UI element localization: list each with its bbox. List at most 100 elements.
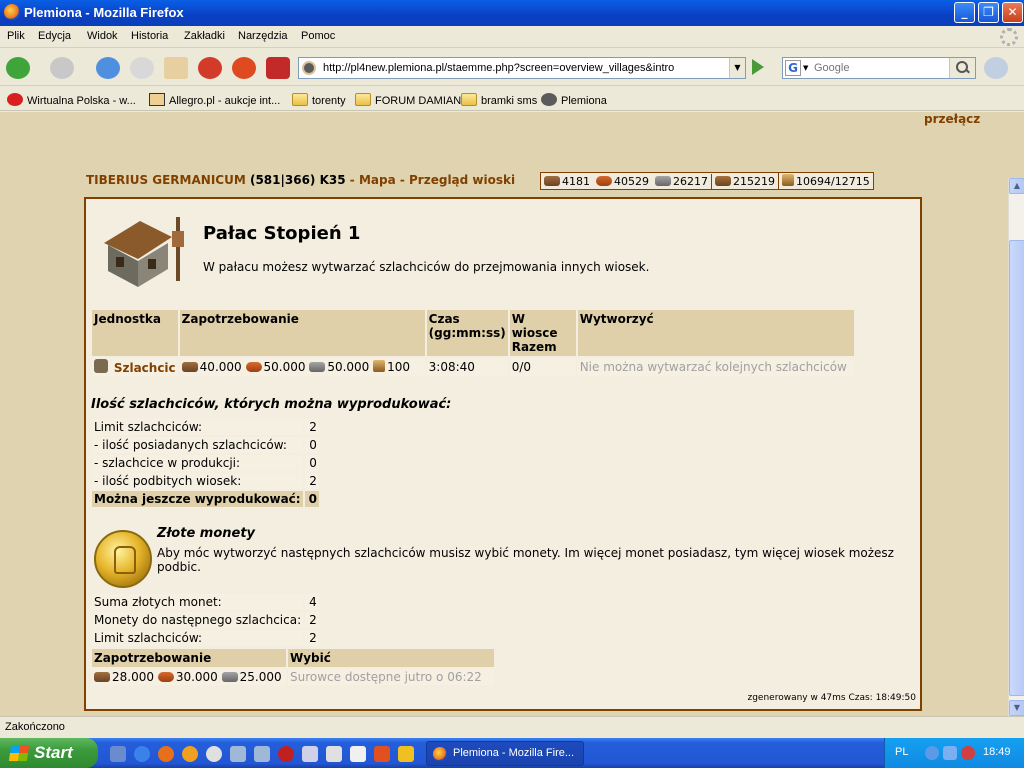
map-link[interactable]: Mapa bbox=[359, 173, 396, 187]
table-row: Monety do następnego szlachcica: 2 bbox=[92, 612, 319, 628]
table-row: Limit szlachciców: 2 bbox=[92, 630, 319, 646]
switch-link[interactable]: przełącz bbox=[924, 112, 980, 126]
unit-cell: Szlachcic bbox=[92, 358, 178, 376]
skype-icon[interactable] bbox=[984, 57, 1008, 79]
iron-icon bbox=[655, 176, 671, 186]
table-row: Szlachcic 40.000 50.000 50.000 100 3:08:… bbox=[92, 358, 854, 376]
table-row: - ilość posiadanych szlachciców: 0 bbox=[92, 437, 319, 453]
menu-historia[interactable]: Historia bbox=[131, 30, 168, 42]
url-text[interactable]: http://pl4new.plemiona.pl/staemme.php?sc… bbox=[323, 62, 674, 74]
storage-resource: 215219 bbox=[711, 174, 778, 189]
google-icon[interactable]: G bbox=[785, 60, 801, 76]
col-header: Wybić bbox=[288, 649, 494, 667]
clay-resource: 40529 bbox=[593, 174, 652, 189]
taskbar-window-button[interactable]: Plemiona - Mozilla Fire... bbox=[426, 741, 584, 766]
table-row: - ilość podbitych wiosek: 2 bbox=[92, 473, 319, 489]
coins-description: Aby móc wytworzyć następnych szlachciców… bbox=[157, 546, 894, 574]
wp-icon bbox=[7, 93, 23, 106]
allegro-icon bbox=[149, 93, 165, 106]
close-button[interactable]: ✕ bbox=[1002, 2, 1023, 23]
history-dropdown-button[interactable]: ▼ bbox=[729, 58, 745, 78]
go-arrow-icon[interactable] bbox=[752, 59, 764, 75]
menu-edycja[interactable]: Edycja bbox=[38, 30, 71, 42]
menu-plik[interactable]: Plik bbox=[7, 30, 25, 42]
minimize-button[interactable]: _ bbox=[954, 2, 975, 23]
app-icon[interactable] bbox=[254, 746, 270, 762]
table-row: Limit szlachciców: 2 bbox=[92, 419, 319, 435]
maximize-button[interactable]: ❐ bbox=[978, 2, 999, 23]
wood-icon bbox=[181, 362, 198, 372]
menu-widok[interactable]: Widok bbox=[87, 30, 118, 42]
back-arrow-icon[interactable] bbox=[6, 57, 30, 79]
addon-icon[interactable] bbox=[232, 57, 256, 79]
bookmark-item[interactable]: Plemiona bbox=[541, 93, 607, 107]
menu-zakladki[interactable]: Zakładki bbox=[184, 30, 225, 42]
col-header: Zapotrzebowanie bbox=[92, 649, 286, 667]
app-icon[interactable] bbox=[326, 746, 342, 762]
population-resource: 10694/12715 bbox=[778, 173, 873, 189]
bookmark-folder[interactable]: FORUM DAMIAN bbox=[355, 93, 461, 107]
bookmark-folder[interactable]: torenty bbox=[292, 93, 346, 107]
security-icon[interactable] bbox=[961, 746, 975, 760]
app-icon[interactable] bbox=[302, 746, 318, 762]
site-icon bbox=[302, 61, 316, 75]
village-overview-link[interactable]: Przegląd wioski bbox=[409, 173, 515, 187]
clay-icon bbox=[596, 176, 612, 186]
search-bar[interactable]: G ▼ bbox=[782, 57, 976, 79]
app-icon[interactable] bbox=[230, 746, 246, 762]
windows-logo-icon bbox=[8, 745, 30, 761]
media-player-icon[interactable] bbox=[206, 746, 222, 762]
forward-arrow-icon[interactable] bbox=[50, 57, 74, 79]
app-icon[interactable] bbox=[398, 746, 414, 762]
firefox-icon[interactable] bbox=[158, 746, 174, 762]
network-icon[interactable] bbox=[943, 746, 957, 760]
farm-icon bbox=[782, 174, 794, 186]
vertical-scrollbar[interactable]: ▲ ▼ bbox=[1008, 178, 1024, 716]
app-icon[interactable] bbox=[278, 746, 294, 762]
content-panel: Pałac Stopień 1 W pałacu możesz wytwarza… bbox=[84, 197, 922, 711]
start-button[interactable]: Start bbox=[0, 738, 98, 768]
mint-status: Surowce dostępne jutro o 06:22 bbox=[288, 669, 494, 685]
page-viewport: przełącz TIBERIUS GERMANICUM (581|366) K… bbox=[0, 112, 1008, 716]
village-name-link[interactable]: TIBERIUS GERMANICUM bbox=[86, 173, 246, 187]
status-bar: Zakończono bbox=[0, 716, 1024, 738]
scroll-thumb[interactable] bbox=[1009, 240, 1024, 696]
addon-icon[interactable] bbox=[198, 57, 222, 79]
stop-icon[interactable] bbox=[130, 57, 154, 79]
reload-icon[interactable] bbox=[96, 57, 120, 79]
tray-arrow-icon[interactable] bbox=[925, 746, 939, 760]
menu-narzedzia[interactable]: Narzędzia bbox=[238, 30, 288, 42]
in-village-cell: 0/0 bbox=[509, 358, 576, 376]
menu-pomoc[interactable]: Pomoc bbox=[301, 30, 335, 42]
language-indicator[interactable]: PL bbox=[895, 746, 908, 758]
scroll-down-button[interactable]: ▼ bbox=[1009, 700, 1024, 716]
separator: - bbox=[345, 173, 359, 187]
bookmark-item[interactable]: Allegro.pl - aukcje int... bbox=[149, 93, 280, 107]
address-bar[interactable]: http://pl4new.plemiona.pl/staemme.php?sc… bbox=[298, 57, 746, 79]
col-header: W wiosce Razem bbox=[509, 310, 576, 356]
search-icon[interactable] bbox=[949, 58, 975, 78]
addon-icon[interactable] bbox=[266, 57, 290, 79]
app-icon[interactable] bbox=[350, 746, 366, 762]
engine-dropdown-icon[interactable]: ▼ bbox=[803, 64, 808, 72]
show-desktop-icon[interactable] bbox=[110, 746, 126, 762]
iron-icon bbox=[309, 362, 326, 372]
table-row: Suma złotych monet: 4 bbox=[92, 594, 319, 610]
firefox-icon bbox=[433, 747, 447, 761]
ie-icon[interactable] bbox=[134, 746, 150, 762]
search-input[interactable] bbox=[814, 60, 948, 76]
home-icon[interactable] bbox=[164, 57, 188, 79]
building-description: W pałacu możesz wytwarzać szlachciców do… bbox=[203, 260, 650, 274]
scroll-gutter bbox=[1008, 112, 1024, 178]
folder-icon bbox=[292, 93, 308, 106]
iron-icon bbox=[221, 672, 238, 682]
col-header: Czas (gg:mm:ss) bbox=[426, 310, 508, 356]
folder-icon bbox=[355, 93, 371, 106]
nobleman-link[interactable]: Szlachcic bbox=[114, 361, 176, 375]
recruit-status: Nie można wytwarzać kolejnych szlachcicó… bbox=[577, 358, 854, 376]
bookmark-item[interactable]: Wirtualna Polska - w... bbox=[7, 93, 136, 107]
bookmark-folder[interactable]: bramki sms bbox=[461, 93, 537, 107]
scroll-up-button[interactable]: ▲ bbox=[1009, 178, 1024, 194]
app-icon[interactable] bbox=[374, 746, 390, 762]
messenger-icon[interactable] bbox=[182, 746, 198, 762]
